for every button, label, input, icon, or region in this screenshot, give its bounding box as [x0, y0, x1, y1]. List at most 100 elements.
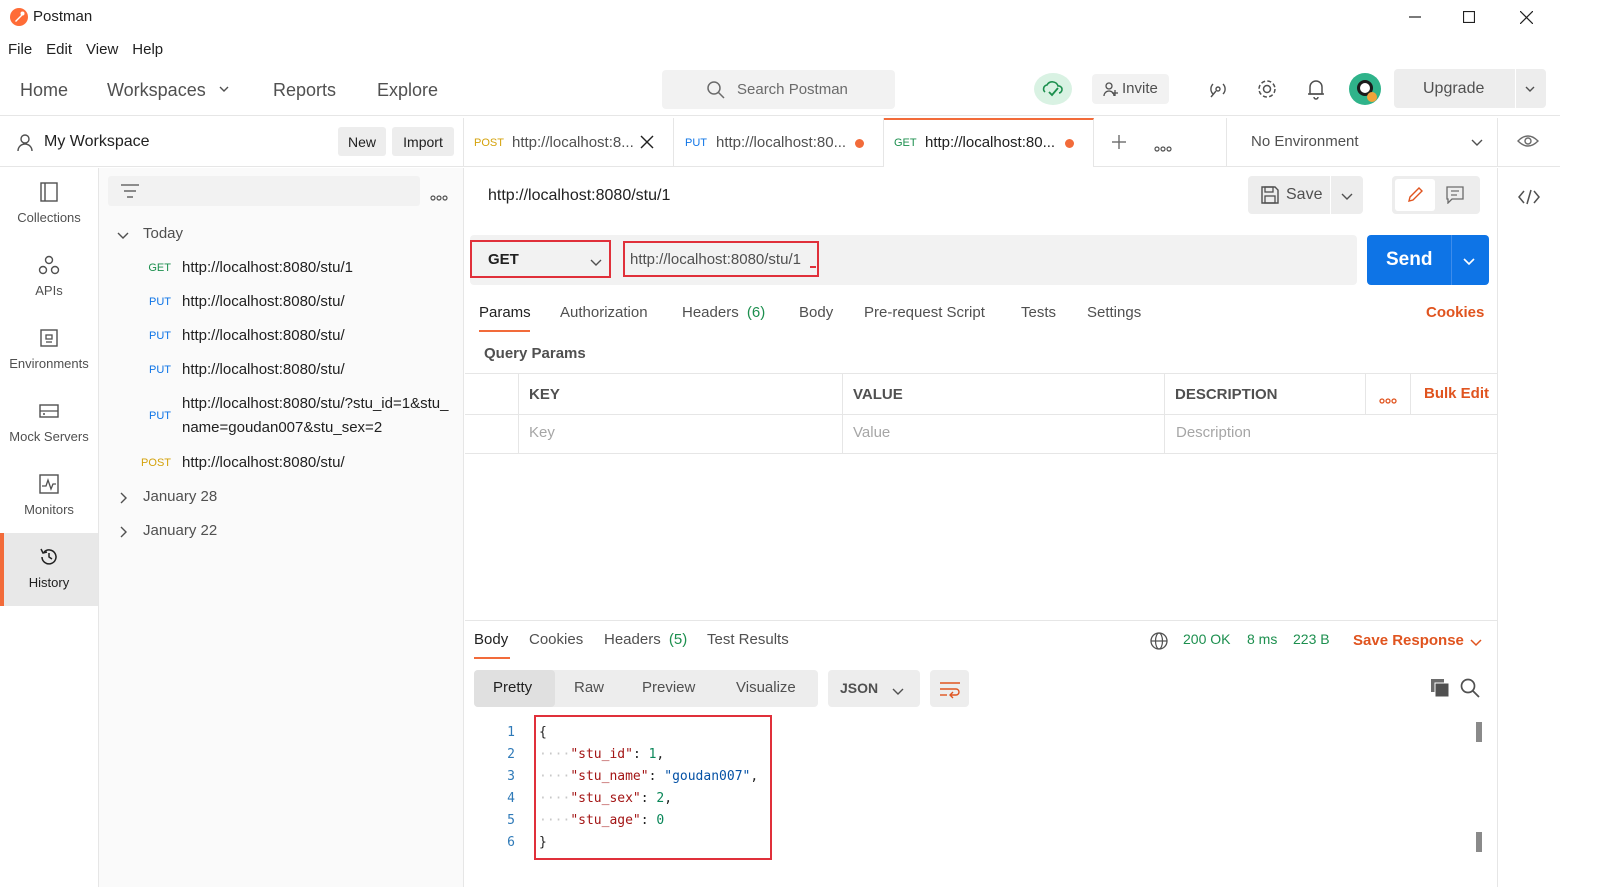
nav-workspaces[interactable]: Workspaces [107, 80, 206, 101]
more-tabs-icon[interactable] [1154, 139, 1172, 155]
chevron-down-icon[interactable] [117, 229, 129, 245]
method-badge: GET [148, 262, 171, 274]
nav-home[interactable]: Home [20, 80, 68, 101]
sidebar-item-monitors[interactable]: Monitors [0, 460, 98, 533]
new-button[interactable]: New [338, 127, 386, 156]
chevron-down-icon[interactable] [1470, 136, 1484, 152]
gear-icon[interactable] [1256, 78, 1278, 103]
more-options-icon[interactable] [430, 188, 448, 204]
nav-explore[interactable]: Explore [377, 80, 438, 101]
maximize-icon[interactable] [1440, 0, 1498, 34]
response-tab-body[interactable]: Body [474, 631, 508, 648]
history-item[interactable]: PUT http://localhost:8080/stu/ [99, 324, 464, 348]
history-item[interactable]: PUT http://localhost:8080/stu/?stu_id=1&… [99, 392, 464, 440]
sidebar-item-mock-servers[interactable]: Mock Servers [0, 387, 98, 460]
search-input[interactable]: Search Postman [662, 70, 895, 109]
globe-icon[interactable] [1150, 632, 1168, 653]
tab-authorization[interactable]: Authorization [560, 304, 648, 321]
upgrade-button[interactable]: Upgrade [1394, 69, 1546, 108]
workspace-title[interactable]: My Workspace [44, 133, 150, 151]
method-select[interactable]: GET [470, 240, 611, 278]
key-input[interactable]: Key [529, 424, 555, 441]
history-item[interactable]: PUT http://localhost:8080/stu/ [99, 290, 464, 314]
capture-requests-icon[interactable] [1208, 79, 1228, 102]
scrollbar[interactable] [1476, 722, 1482, 852]
response-tab-cookies[interactable]: Cookies [529, 631, 583, 648]
environment-select[interactable]: No Environment [1251, 133, 1359, 150]
close-window-icon[interactable] [1497, 0, 1555, 34]
tab-settings[interactable]: Settings [1087, 304, 1141, 321]
invite-button[interactable]: Invite [1092, 74, 1169, 104]
tab-get[interactable]: GET http://localhost:80... [884, 118, 1094, 167]
view-visualize[interactable]: Visualize [736, 679, 796, 696]
cookies-link[interactable]: Cookies [1426, 304, 1484, 321]
nav-reports[interactable]: Reports [273, 80, 336, 101]
filter-input[interactable] [108, 176, 420, 206]
url-input[interactable] [623, 241, 819, 277]
chevron-down-icon[interactable] [1524, 82, 1536, 98]
history-item[interactable]: PUT http://localhost:8080/stu/ [99, 358, 464, 382]
sidebar-item-collections[interactable]: Collections [0, 168, 98, 241]
chevron-down-icon[interactable] [1463, 254, 1475, 270]
more-options-icon[interactable] [1379, 391, 1397, 407]
minimize-icon[interactable] [1386, 0, 1444, 34]
history-group-january-22[interactable]: January 22 [143, 522, 217, 539]
chevron-down-icon[interactable] [218, 82, 230, 98]
response-size[interactable]: 223 B [1293, 631, 1330, 647]
chevron-down-icon[interactable] [1470, 635, 1482, 651]
save-response-button[interactable]: Save Response [1353, 632, 1464, 649]
add-tab-icon[interactable] [1111, 134, 1127, 153]
request-title[interactable]: http://localhost:8080/stu/1 [488, 187, 670, 205]
response-time[interactable]: 8 ms [1247, 631, 1277, 647]
status-badge[interactable]: 200 OK [1183, 631, 1230, 647]
history-group-january-28[interactable]: January 28 [143, 488, 217, 505]
history-group-today[interactable]: Today [143, 225, 183, 242]
eye-icon[interactable] [1517, 133, 1539, 152]
response-tab-test-results[interactable]: Test Results [707, 631, 789, 648]
tab-post[interactable]: POST http://localhost:8... [464, 118, 674, 167]
tab-prerequest-script[interactable]: Pre-request Script [864, 304, 985, 321]
sidebar-item-history[interactable]: History [0, 533, 98, 606]
sync-status-icon[interactable] [1034, 73, 1072, 108]
view-preview[interactable]: Preview [642, 679, 695, 696]
close-icon[interactable] [640, 135, 654, 152]
code-icon[interactable] [1518, 188, 1540, 209]
response-body[interactable]: 1 2 3 4 5 6 { ····"stu_id": 1, ····"stu_… [474, 715, 1474, 887]
description-input[interactable]: Description [1176, 424, 1251, 441]
tab-headers[interactable]: Headers (6) [682, 304, 765, 321]
menu-file[interactable]: File [8, 41, 32, 58]
tab-params[interactable]: Params [479, 304, 531, 321]
sidebar-item-environments[interactable]: Environments [0, 314, 98, 387]
bulk-edit-link[interactable]: Bulk Edit [1424, 385, 1489, 402]
view-pretty[interactable]: Pretty [493, 679, 532, 696]
tab-body[interactable]: Body [799, 304, 833, 321]
chevron-down-icon[interactable] [1341, 190, 1353, 206]
menu-help[interactable]: Help [132, 41, 163, 58]
chevron-right-icon[interactable] [118, 525, 130, 541]
send-button[interactable]: Send [1367, 235, 1489, 285]
edit-button[interactable] [1395, 179, 1435, 211]
history-item[interactable]: POST http://localhost:8080/stu/ [99, 451, 464, 475]
tab-put[interactable]: PUT http://localhost:80... [674, 118, 884, 167]
history-item[interactable]: GET http://localhost:8080/stu/1 [99, 256, 464, 280]
save-button[interactable]: Save [1248, 176, 1363, 214]
copy-icon[interactable] [1430, 678, 1450, 701]
bell-icon[interactable] [1306, 78, 1326, 103]
avatar[interactable] [1348, 72, 1382, 109]
text-cursor [810, 266, 816, 268]
search-icon[interactable] [1460, 678, 1480, 701]
chevron-right-icon[interactable] [118, 491, 130, 507]
comment-icon[interactable] [1446, 186, 1464, 207]
menu-edit[interactable]: Edit [46, 41, 72, 58]
import-button[interactable]: Import [392, 127, 454, 156]
view-raw[interactable]: Raw [574, 679, 604, 696]
value-input[interactable]: Value [853, 424, 890, 441]
tab-tests[interactable]: Tests [1021, 304, 1056, 321]
unsaved-dot [1065, 139, 1074, 148]
sidebar-item-apis[interactable]: APIs [0, 241, 98, 314]
divider [1330, 176, 1331, 214]
format-select[interactable]: JSON [828, 670, 920, 707]
response-tab-headers[interactable]: Headers (5) [604, 631, 687, 648]
wrap-lines-button[interactable] [930, 670, 969, 707]
menu-view[interactable]: View [86, 41, 118, 58]
